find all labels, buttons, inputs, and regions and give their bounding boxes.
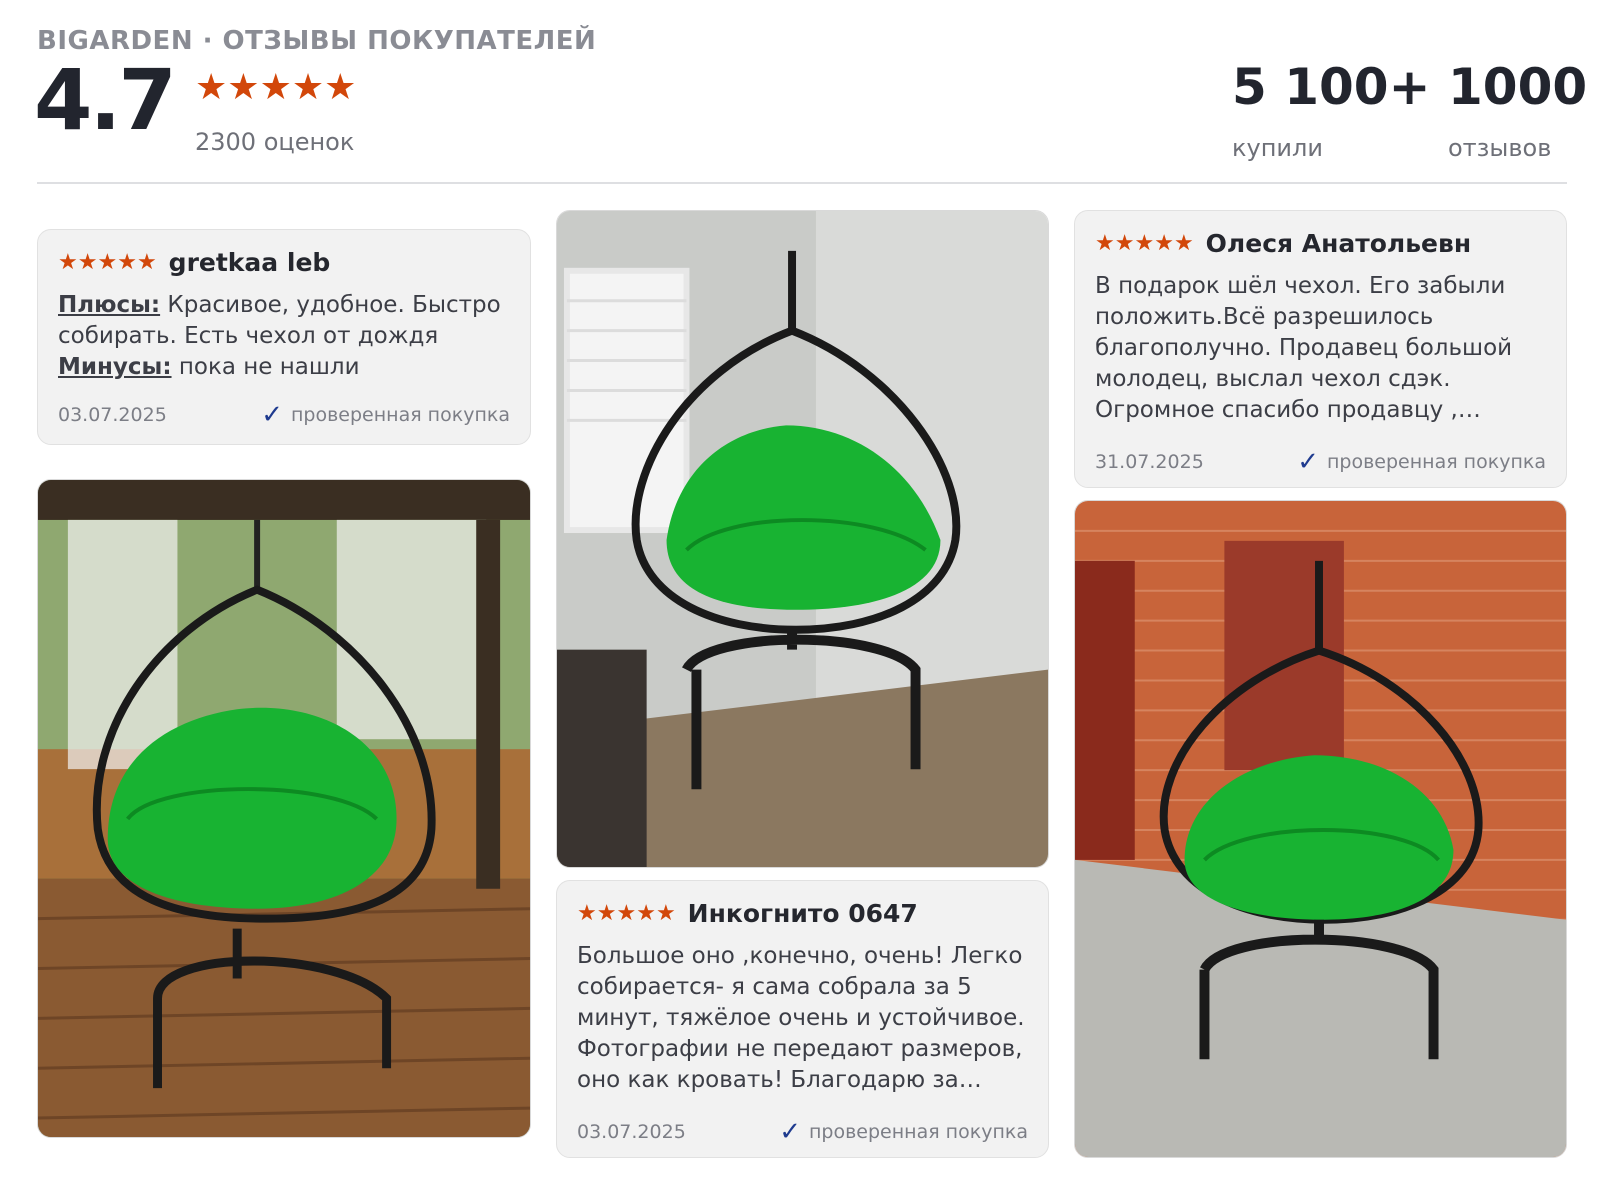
verified-badge: ✓ проверенная покупка — [1297, 449, 1546, 475]
rating-stars: ★ ★ ★ ★ ★ — [195, 70, 356, 106]
pros-label: Плюсы: — [58, 292, 161, 318]
cons-text: пока не нашли — [171, 354, 360, 380]
review-stars: ★ ★ ★ ★ ★ — [577, 900, 676, 926]
reviews-value: 1000 — [1448, 58, 1588, 116]
review-footer: 03.07.2025 ✓ проверенная покупка — [577, 1119, 1028, 1145]
star-icon: ★ — [195, 67, 228, 108]
review-stars: ★ ★ ★ ★ ★ — [1095, 230, 1194, 256]
review-header: ★ ★ ★ ★ ★ gretkaa leb — [58, 248, 330, 277]
review-footer: 03.07.2025 ✓ проверенная покупка — [58, 402, 510, 428]
review-author: Инкогнито 0647 — [687, 899, 918, 928]
reviews-label: отзывов — [1448, 134, 1552, 162]
review-card[interactable]: ★ ★ ★ ★ ★ Олеся Анатольевн В подарок шёл… — [1074, 210, 1567, 488]
verified-badge: ✓ проверенная покупка — [261, 402, 510, 428]
review-date: 31.07.2025 — [1095, 451, 1204, 473]
star-icon: ★ — [1173, 230, 1194, 256]
review-card[interactable]: ★ ★ ★ ★ ★ gretkaa leb Плюсы: Красивое, у… — [37, 229, 531, 445]
star-icon: ★ — [1154, 230, 1174, 256]
review-text-content: Большое оно ,конечно, очень! Легко собир… — [577, 943, 1025, 1093]
review-photo[interactable] — [556, 210, 1049, 868]
star-icon: ★ — [77, 249, 98, 275]
verified-badge: ✓ проверенная покупка — [779, 1119, 1028, 1145]
star-icon: ★ — [324, 67, 357, 108]
review-photo[interactable] — [1074, 500, 1567, 1158]
verified-label: проверенная покупка — [1326, 451, 1546, 473]
bought-value: 5 100+ — [1232, 58, 1431, 116]
hanging-chair-photo — [557, 211, 1048, 867]
verified-label: проверенная покупка — [290, 404, 510, 426]
star-icon: ★ — [97, 249, 118, 275]
star-icon: ★ — [1095, 230, 1115, 256]
review-photo[interactable] — [37, 479, 531, 1138]
hanging-chair-photo — [38, 480, 530, 1137]
star-icon: ★ — [616, 900, 637, 926]
review-text-content: В подарок шёл чехол. Его забыли положить… — [1095, 273, 1513, 423]
average-rating: 4.7 — [34, 51, 177, 149]
cons-label: Минусы: — [58, 354, 172, 380]
verified-label: проверенная покупка — [808, 1121, 1028, 1143]
star-icon: ★ — [227, 67, 260, 108]
stat-reviews[interactable]: 1000 отзывов — [1448, 62, 1587, 162]
star-icon: ★ — [596, 900, 617, 926]
review-text: Плюсы: Красивое, удобное. Быстро собират… — [58, 290, 512, 383]
star-icon: ★ — [259, 67, 292, 108]
ratings-count: 2300 оценок — [195, 128, 355, 156]
review-date: 03.07.2025 — [577, 1121, 686, 1143]
review-text: Большое оно ,конечно, очень! Легко собир… — [577, 941, 1030, 1096]
star-icon: ★ — [636, 900, 656, 926]
check-icon: ✓ — [1297, 447, 1319, 477]
star-icon: ★ — [136, 249, 157, 275]
header-divider — [37, 182, 1567, 184]
review-stars: ★ ★ ★ ★ ★ — [58, 249, 157, 275]
stat-bought: 5 100+ купили — [1232, 62, 1430, 162]
check-icon: ✓ — [261, 400, 283, 430]
star-icon: ★ — [58, 249, 78, 275]
bought-label: купили — [1232, 134, 1323, 162]
review-date: 03.07.2025 — [58, 404, 167, 426]
hanging-chair-photo — [1075, 501, 1566, 1157]
check-icon: ✓ — [779, 1117, 801, 1147]
review-header: ★ ★ ★ ★ ★ Олеся Анатольевн — [1095, 229, 1471, 258]
star-icon: ★ — [1114, 230, 1135, 256]
star-icon: ★ — [577, 900, 597, 926]
review-header: ★ ★ ★ ★ ★ Инкогнито 0647 — [577, 899, 918, 928]
star-icon: ★ — [655, 900, 676, 926]
star-icon: ★ — [291, 67, 325, 108]
review-author: gretkaa leb — [168, 248, 331, 277]
review-text: В подарок шёл чехол. Его забыли положить… — [1095, 271, 1548, 426]
review-card[interactable]: ★ ★ ★ ★ ★ Инкогнито 0647 Большое оно ,ко… — [556, 880, 1049, 1158]
star-icon: ★ — [117, 249, 137, 275]
star-icon: ★ — [1134, 230, 1155, 256]
review-footer: 31.07.2025 ✓ проверенная покупка — [1095, 449, 1546, 475]
review-author: Олеся Анатольевн — [1205, 229, 1472, 258]
